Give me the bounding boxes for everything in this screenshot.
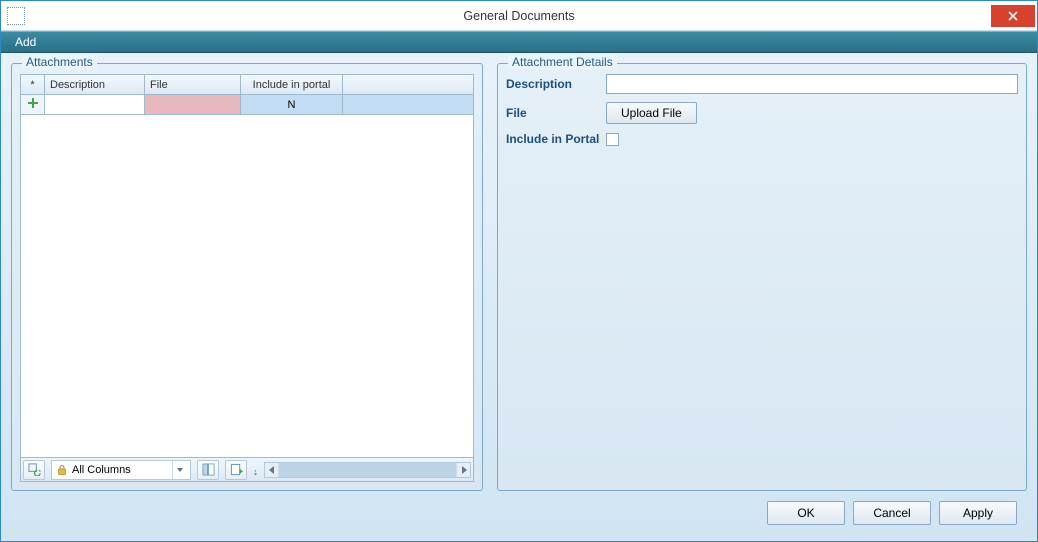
column-header-include[interactable]: Include in portal xyxy=(241,75,343,94)
cancel-button[interactable]: Cancel xyxy=(853,501,931,525)
titlebar: General Documents xyxy=(1,1,1037,31)
column-header-spacer xyxy=(343,75,473,94)
close-icon xyxy=(1008,11,1018,21)
grid-export-icon xyxy=(230,463,243,476)
grid-view-icon xyxy=(202,463,215,476)
grid-refresh-icon xyxy=(28,463,41,476)
menu-add[interactable]: Add xyxy=(7,33,44,51)
attachments-grid[interactable]: * Description File Include in portal xyxy=(20,74,474,482)
label-file: File xyxy=(506,106,606,120)
column-header-file[interactable]: File xyxy=(145,75,241,94)
cell-description[interactable] xyxy=(45,95,145,115)
column-filter-combo[interactable]: All Columns xyxy=(51,460,191,480)
table-row[interactable]: N xyxy=(21,95,473,115)
column-header-description[interactable]: Description xyxy=(45,75,145,94)
label-description: Description xyxy=(506,77,606,91)
dialog-footer: OK Cancel Apply xyxy=(11,497,1027,535)
description-cell-input[interactable] xyxy=(45,95,144,114)
dialog-window: General Documents Add Attachments * Desc… xyxy=(0,0,1038,542)
row-new-indicator xyxy=(21,95,45,115)
cell-spacer xyxy=(343,95,473,115)
toolbar-view-button-1[interactable] xyxy=(197,460,219,480)
column-filter-label: All Columns xyxy=(72,464,131,476)
grid-body-empty xyxy=(21,115,473,457)
scroll-right-arrow[interactable] xyxy=(456,463,470,477)
grid-toolbar: All Columns xyxy=(21,457,473,481)
close-button[interactable] xyxy=(991,5,1035,27)
dialog-body: Attachments * Description File Include i… xyxy=(1,53,1037,541)
ok-button[interactable]: OK xyxy=(767,501,845,525)
column-header-star[interactable]: * xyxy=(21,75,45,94)
apply-button[interactable]: Apply xyxy=(939,501,1017,525)
lock-icon xyxy=(56,464,68,476)
label-include-portal: Include in Portal xyxy=(506,132,606,146)
chevron-down-icon xyxy=(172,461,186,479)
upload-file-button[interactable]: Upload File xyxy=(606,102,697,124)
plus-icon xyxy=(27,97,39,112)
scroll-left-arrow[interactable] xyxy=(265,463,279,477)
horizontal-scrollbar[interactable] xyxy=(264,462,471,478)
toolbar-view-button-2[interactable] xyxy=(225,460,247,480)
attachment-details-legend: Attachment Details xyxy=(508,55,617,69)
window-title: General Documents xyxy=(1,9,1037,23)
cell-file[interactable] xyxy=(145,95,241,115)
attachments-group: Attachments * Description File Include i… xyxy=(11,63,483,491)
system-menu-icon[interactable] xyxy=(7,7,25,25)
include-portal-checkbox[interactable] xyxy=(606,133,619,146)
grid-header: * Description File Include in portal xyxy=(21,75,473,95)
attachment-details-group: Attachment Details Description File Uplo… xyxy=(497,63,1027,491)
attachments-legend: Attachments xyxy=(22,55,97,69)
menubar: Add xyxy=(1,31,1037,53)
description-input[interactable] xyxy=(606,74,1018,94)
toolbar-refresh-button[interactable] xyxy=(23,460,45,480)
scroll-thumb[interactable] xyxy=(279,463,456,477)
toolbar-overflow-icon[interactable] xyxy=(253,463,258,477)
cell-include[interactable]: N xyxy=(241,95,343,115)
